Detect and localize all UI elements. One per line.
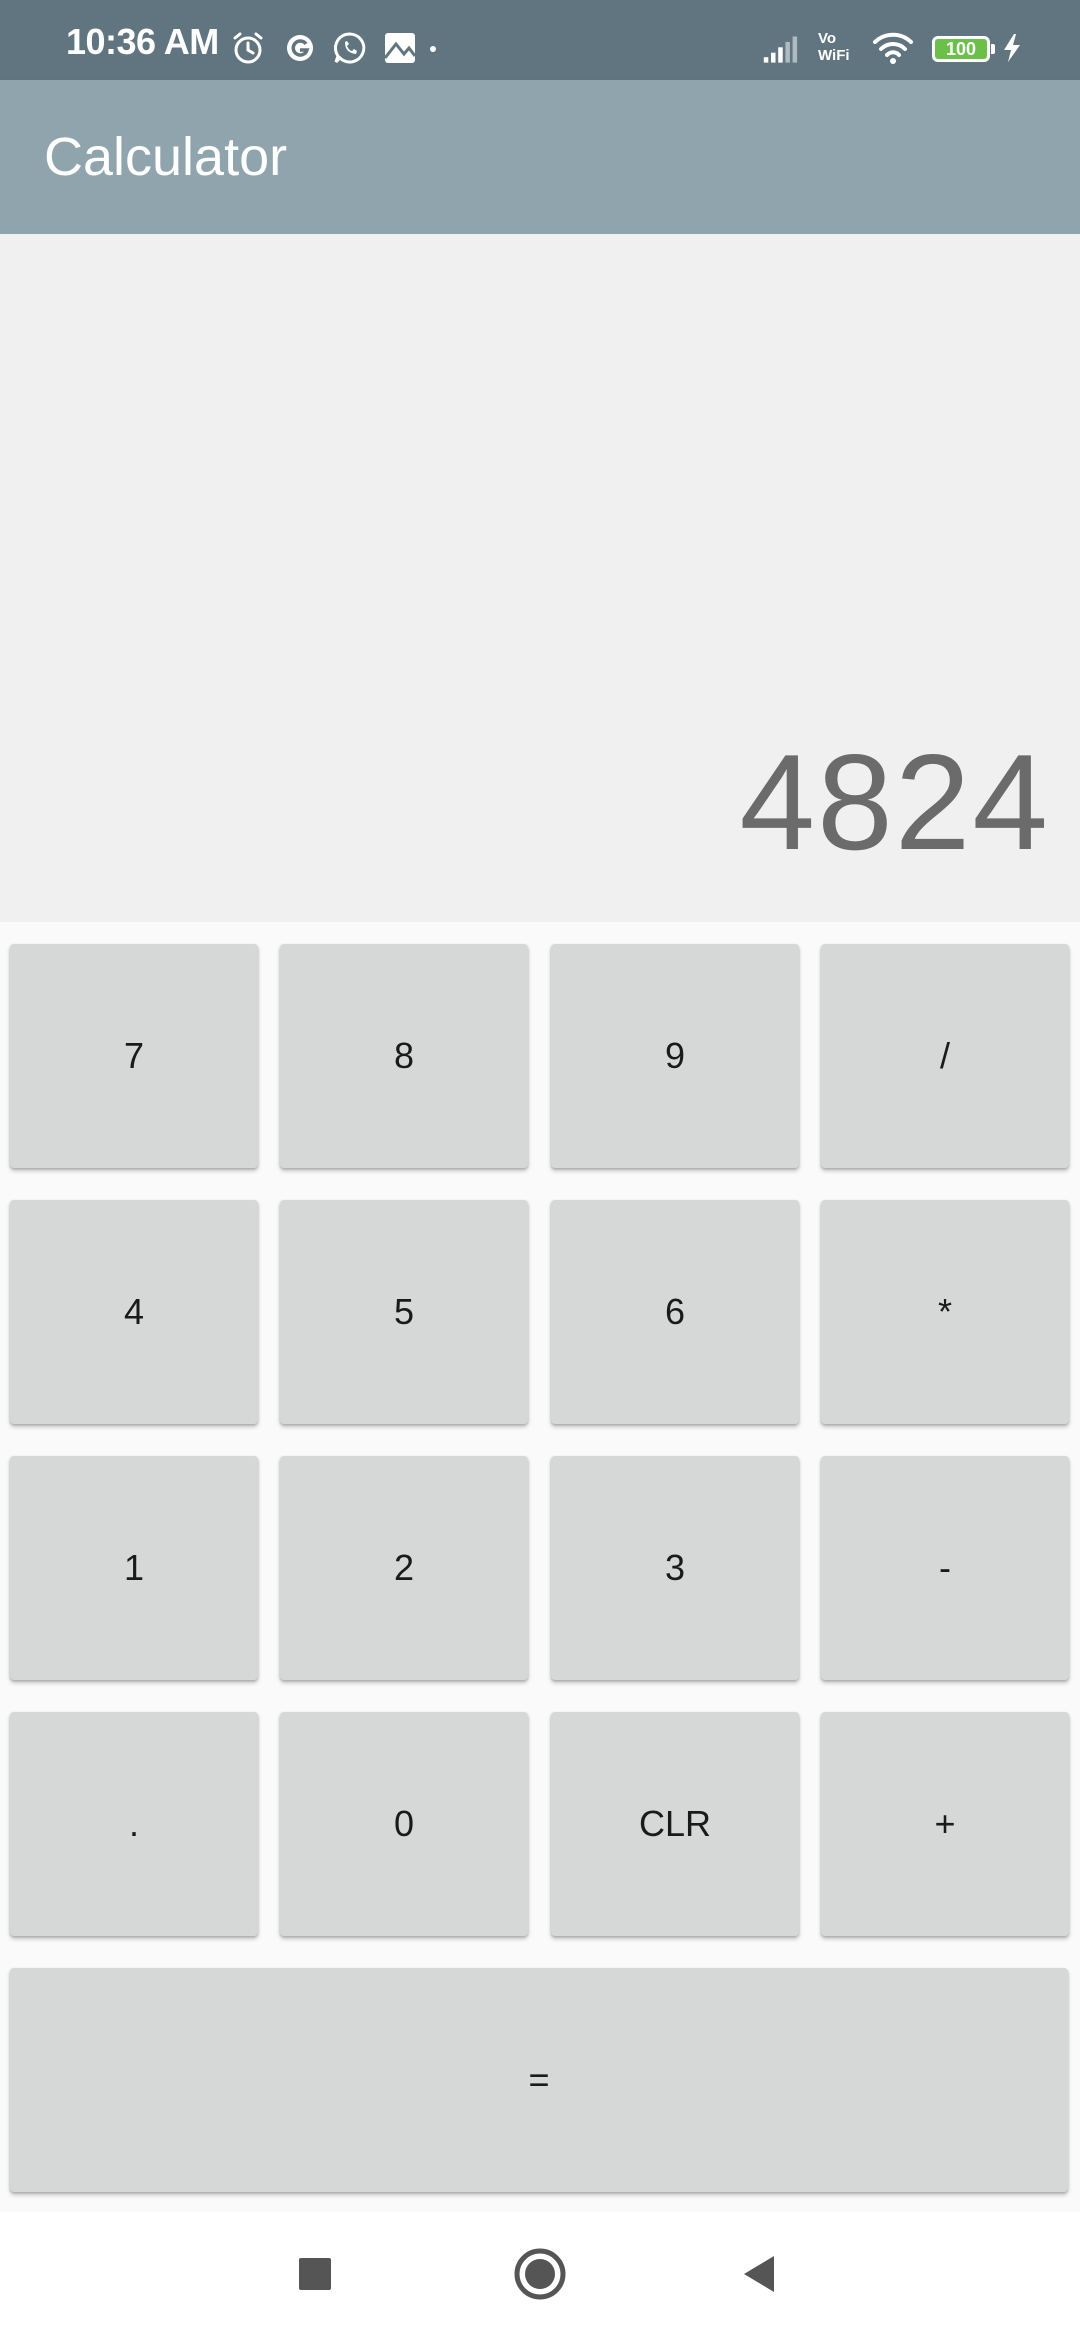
display-value: 4824: [739, 726, 1050, 878]
key-2[interactable]: 2: [280, 1456, 528, 1680]
keypad: 7 8 9 / 4 5 6 * 1 2 3 - . 0 CLR + =: [0, 922, 1080, 2212]
status-bar: 10:36 AM Vo WiFi 100: [0, 0, 1080, 80]
notification-dot: [430, 46, 436, 52]
key-add[interactable]: +: [821, 1712, 1069, 1936]
status-time: 10:36 AM: [66, 21, 219, 62]
charging-icon: [1004, 34, 1020, 62]
key-decimal[interactable]: .: [10, 1712, 258, 1936]
photos-icon: [383, 33, 417, 63]
battery-icon: 100: [932, 36, 995, 62]
key-0[interactable]: 0: [280, 1712, 528, 1936]
key-9[interactable]: 9: [551, 944, 799, 1168]
key-5[interactable]: 5: [280, 1200, 528, 1424]
navigation-bar: [0, 2212, 1080, 2340]
key-6[interactable]: 6: [551, 1200, 799, 1424]
key-8[interactable]: 8: [280, 944, 528, 1168]
recents-icon[interactable]: [283, 2242, 347, 2306]
alarm-icon: [233, 32, 263, 64]
back-icon[interactable]: [730, 2242, 794, 2306]
app-title: Calculator: [44, 127, 288, 187]
vowifi-top-text: Vo: [818, 30, 837, 47]
key-3[interactable]: 3: [551, 1456, 799, 1680]
calculator-display: 4824: [0, 234, 1080, 922]
app-bar: Calculator: [0, 80, 1080, 234]
key-clear[interactable]: CLR: [551, 1712, 799, 1936]
home-icon[interactable]: [508, 2242, 572, 2306]
key-1[interactable]: 1: [10, 1456, 258, 1680]
wifi-icon: [873, 32, 913, 64]
vowifi-bottom-text: WiFi: [818, 47, 850, 64]
key-divide[interactable]: /: [821, 944, 1069, 1168]
g-app-icon: [287, 35, 313, 61]
key-equals[interactable]: =: [10, 1968, 1068, 2192]
key-subtract[interactable]: -: [821, 1456, 1069, 1680]
key-7[interactable]: 7: [10, 944, 258, 1168]
key-4[interactable]: 4: [10, 1200, 258, 1424]
signal-icon: [763, 36, 798, 63]
vowifi-indicator: Vo WiFi: [818, 30, 858, 64]
whatsapp-icon: [334, 32, 366, 64]
key-multiply[interactable]: *: [821, 1200, 1069, 1424]
